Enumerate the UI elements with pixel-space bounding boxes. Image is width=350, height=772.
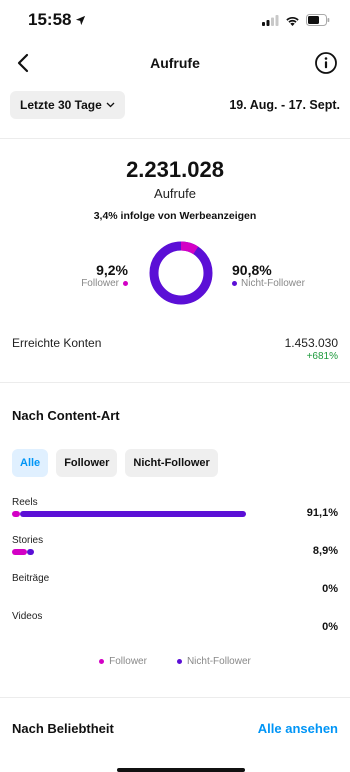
legend-follower: Follower bbox=[99, 656, 147, 667]
period-dropdown[interactable]: Letzte 30 Tage bbox=[10, 91, 125, 119]
info-icon bbox=[315, 52, 337, 74]
page-title: Aufrufe bbox=[150, 55, 200, 71]
popularity-row: Nach Beliebtheit Alle ansehen bbox=[12, 721, 338, 736]
content-row-reels: Reels 91,1% bbox=[12, 497, 338, 519]
divider bbox=[0, 697, 350, 698]
filter-row: Letzte 30 Tage 19. Aug. - 17. Sept. bbox=[10, 91, 340, 119]
audience-filter-chips: Alle Follower Nicht-Follower bbox=[12, 449, 218, 477]
bar-non-follower-segment bbox=[27, 549, 34, 555]
chip-non-follower[interactable]: Nicht-Follower bbox=[125, 449, 218, 477]
follower-percent: 9,2% bbox=[96, 262, 128, 278]
legend-non-follower-dot bbox=[176, 659, 182, 664]
content-row-percent: 0% bbox=[322, 583, 338, 595]
chip-follower[interactable]: Follower bbox=[56, 449, 118, 477]
content-row-bar bbox=[12, 549, 34, 555]
ads-note: 3,4% infolge von Werbeanzeigen bbox=[93, 210, 257, 222]
non-follower-stat-label: Nicht-Follower bbox=[232, 278, 305, 289]
reached-accounts-value: 1.453.030 bbox=[284, 336, 338, 350]
home-indicator bbox=[117, 768, 245, 772]
chevron-down-icon bbox=[106, 102, 115, 108]
content-row-stories: Stories 8,9% bbox=[12, 535, 338, 557]
content-row-percent: 0% bbox=[322, 621, 338, 633]
non-follower-percent: 90,8% bbox=[232, 262, 272, 278]
period-label: Letzte 30 Tage bbox=[20, 98, 102, 112]
bar-follower-segment bbox=[12, 511, 20, 517]
back-button[interactable] bbox=[10, 50, 36, 76]
bar-follower-segment bbox=[12, 549, 28, 555]
total-views-label: Aufrufe bbox=[154, 186, 196, 201]
legend-non-follower-label: Nicht-Follower bbox=[186, 656, 251, 667]
content-row-percent: 8,9% bbox=[312, 545, 338, 557]
reached-accounts-row: Erreichte Konten 1.453.030 +681% bbox=[12, 336, 338, 362]
date-range: 19. Aug. - 17. Sept. bbox=[229, 98, 340, 112]
chevron-left-icon bbox=[17, 53, 29, 73]
non-follower-stat: 90,8% Nicht-Follower bbox=[232, 262, 305, 289]
content-row-posts: Beiträge 0% bbox=[12, 573, 338, 595]
non-follower-dot bbox=[232, 281, 237, 286]
content-row-label: Stories bbox=[12, 535, 44, 546]
follower-dot bbox=[123, 281, 128, 286]
popularity-title: Nach Beliebtheit bbox=[12, 721, 114, 736]
donut-svg bbox=[149, 241, 213, 305]
cellular-signal-icon bbox=[262, 14, 279, 26]
location-arrow-icon bbox=[76, 15, 86, 25]
status-bar: 15:58 bbox=[0, 0, 350, 40]
divider bbox=[0, 138, 350, 139]
battery-icon bbox=[306, 14, 330, 26]
chart-legend: Follower Nicht-Follower bbox=[0, 656, 350, 667]
status-time: 15:58 bbox=[28, 10, 86, 30]
legend-follower-label: Follower bbox=[109, 656, 147, 667]
donut-non-follower-arc bbox=[149, 241, 213, 305]
chip-all[interactable]: Alle bbox=[12, 449, 49, 477]
reached-accounts-change: +681% bbox=[306, 351, 338, 362]
reached-accounts-values: 1.453.030 +681% bbox=[285, 336, 338, 362]
time-text: 15:58 bbox=[28, 10, 72, 29]
divider bbox=[0, 382, 350, 383]
content-row-bar bbox=[12, 511, 247, 517]
views-donut-chart bbox=[148, 240, 214, 306]
status-icons bbox=[262, 14, 330, 26]
reached-accounts-label: Erreichte Konten bbox=[12, 336, 102, 350]
wifi-icon bbox=[286, 16, 299, 26]
legend-non-follower: Nicht-Follower bbox=[176, 656, 251, 667]
follower-stat-label: Follower bbox=[81, 278, 128, 289]
screen: 15:58 Aufrufe Letzte 30 Tage 19. Aug. - … bbox=[0, 0, 350, 772]
follower-label-text: Follower bbox=[81, 278, 119, 289]
total-views: 2.231.028 bbox=[126, 157, 224, 182]
header: Aufrufe bbox=[0, 48, 350, 78]
non-follower-label-text: Nicht-Follower bbox=[241, 278, 305, 289]
legend-follower-dot bbox=[99, 659, 105, 664]
content-type-title: Nach Content-Art bbox=[12, 408, 120, 423]
content-row-label: Reels bbox=[12, 497, 38, 508]
bar-non-follower-segment bbox=[19, 511, 247, 517]
info-button[interactable] bbox=[314, 51, 338, 75]
follower-stat: 9,2% Follower bbox=[81, 262, 128, 289]
see-all-link[interactable]: Alle ansehen bbox=[258, 721, 338, 736]
content-row-label: Videos bbox=[12, 611, 43, 622]
content-row-percent: 91,1% bbox=[306, 507, 338, 519]
content-row-label: Beiträge bbox=[12, 573, 50, 584]
content-row-videos: Videos 0% bbox=[12, 611, 338, 633]
